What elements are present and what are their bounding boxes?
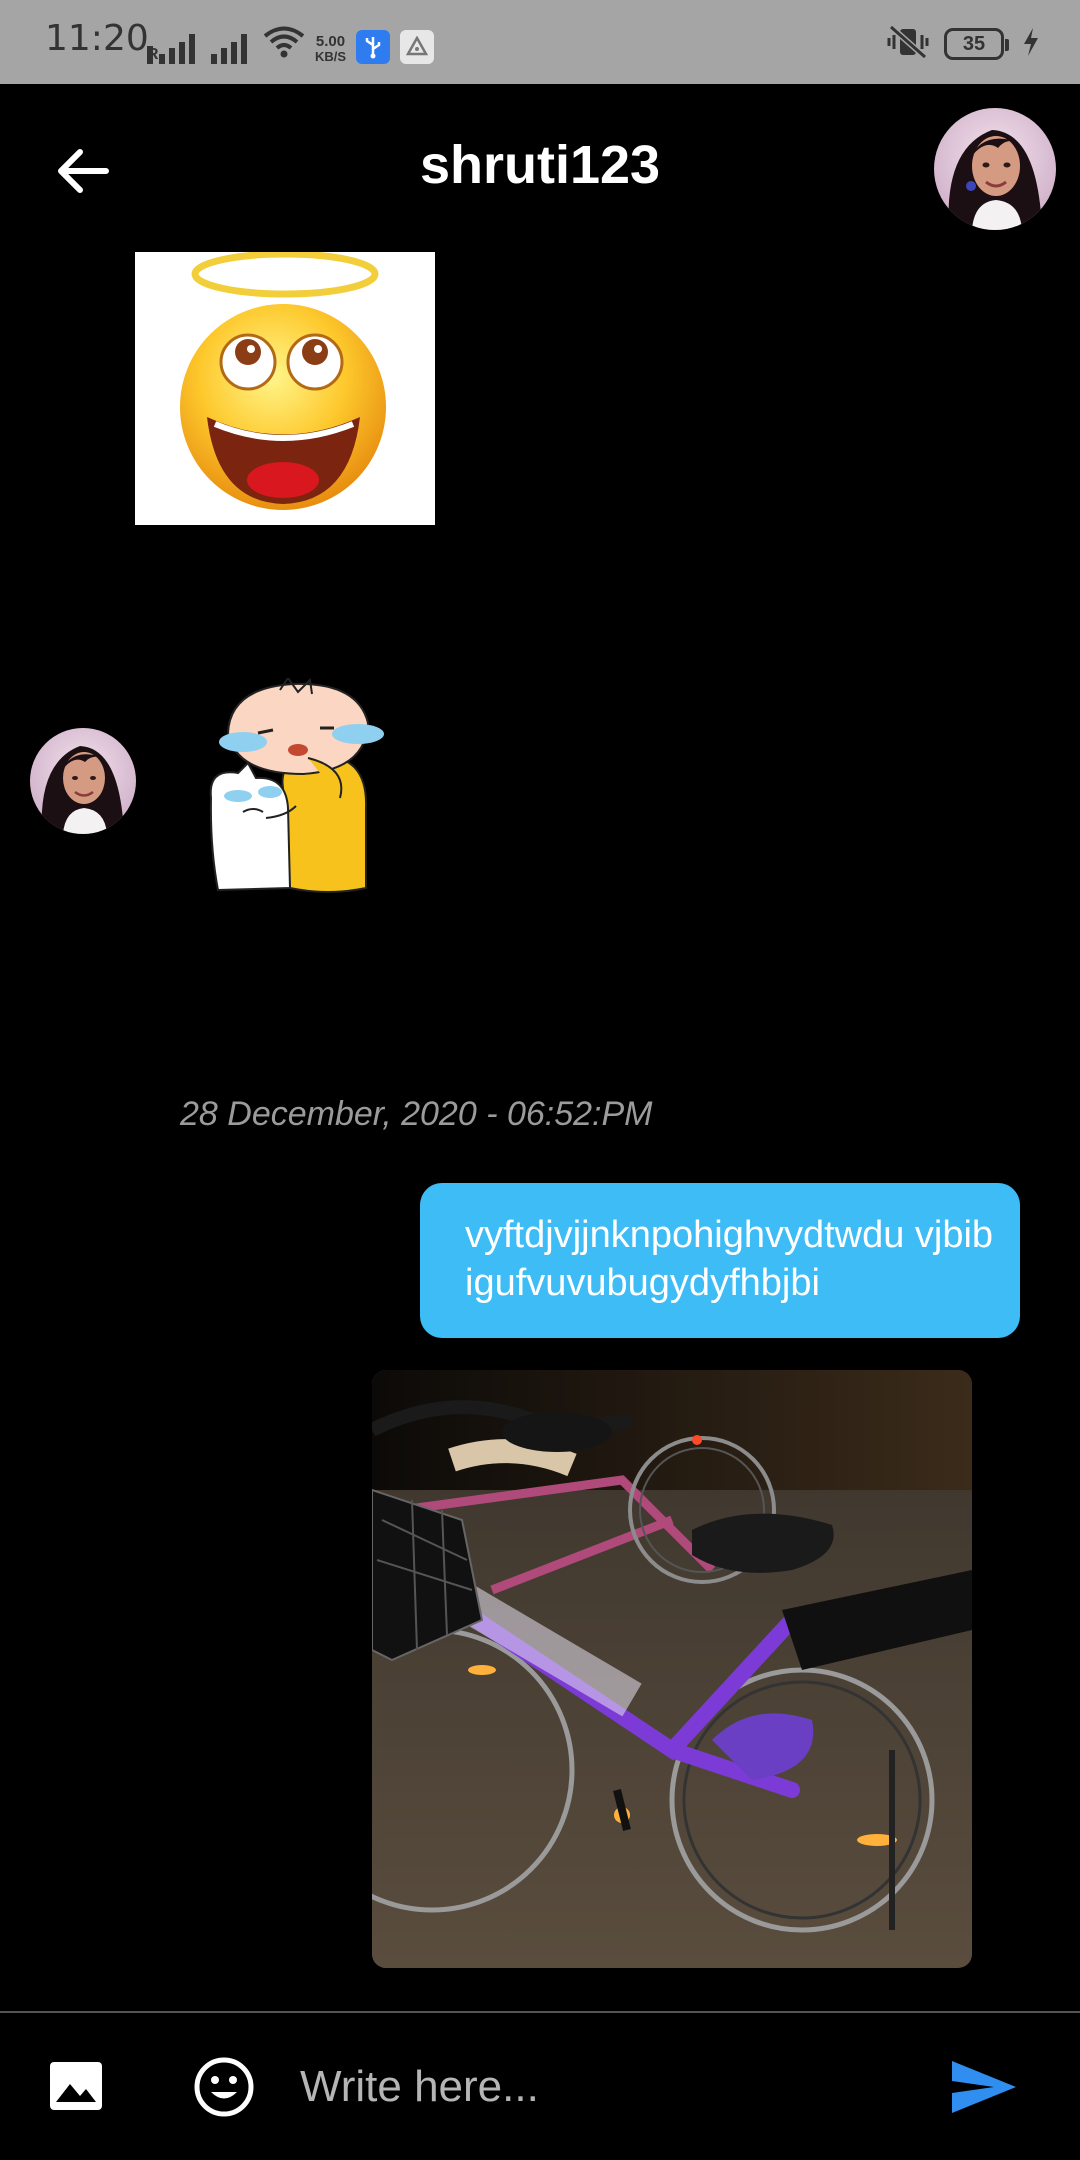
usb-icon bbox=[356, 30, 391, 64]
wifi-icon bbox=[263, 25, 305, 64]
message-input-bar bbox=[0, 2013, 1080, 2160]
status-left-icons: R 5.00 KB/S bbox=[147, 24, 435, 64]
charging-icon bbox=[1022, 27, 1040, 62]
chat-header: shruti123 bbox=[0, 84, 1080, 254]
chat-title: shruti123 bbox=[419, 135, 661, 195]
status-right-icons: 35 bbox=[886, 24, 1040, 64]
status-time: 11:20 bbox=[45, 18, 149, 59]
image-icon bbox=[50, 2062, 102, 2110]
sender-avatar[interactable] bbox=[30, 728, 136, 834]
sent-message-text: vyftdjvjjnknpohighvydtwdu vjbibigufvuvub… bbox=[465, 1214, 994, 1304]
signal-icon bbox=[211, 32, 247, 64]
network-speed: 5.00 KB/S bbox=[315, 33, 347, 64]
signal-r-icon: R bbox=[147, 32, 195, 64]
sticker-halo-emoji[interactable] bbox=[135, 252, 435, 525]
nav-icon bbox=[400, 30, 435, 64]
sent-photo-bicycles[interactable] bbox=[372, 1370, 972, 1968]
sticker-crying-hug[interactable] bbox=[208, 676, 398, 898]
contact-avatar[interactable] bbox=[934, 108, 1056, 230]
vibrate-icon bbox=[886, 24, 930, 64]
send-button[interactable] bbox=[950, 2057, 1018, 2117]
sent-message-bubble[interactable]: vyftdjvjjnknpohighvydtwdu vjbibigufvuvub… bbox=[420, 1183, 1020, 1338]
emoji-button[interactable] bbox=[192, 2055, 256, 2119]
send-icon bbox=[952, 2061, 1016, 2113]
message-input[interactable] bbox=[300, 2047, 920, 2127]
status-bar: 11:20 R 5.00 KB/S 35 bbox=[0, 0, 1080, 84]
smiley-icon bbox=[194, 2057, 254, 2117]
message-timestamp: 28 December, 2020 - 06:52:PM bbox=[180, 1095, 653, 1133]
gallery-button[interactable] bbox=[46, 2056, 106, 2116]
battery-icon: 35 bbox=[944, 28, 1009, 60]
